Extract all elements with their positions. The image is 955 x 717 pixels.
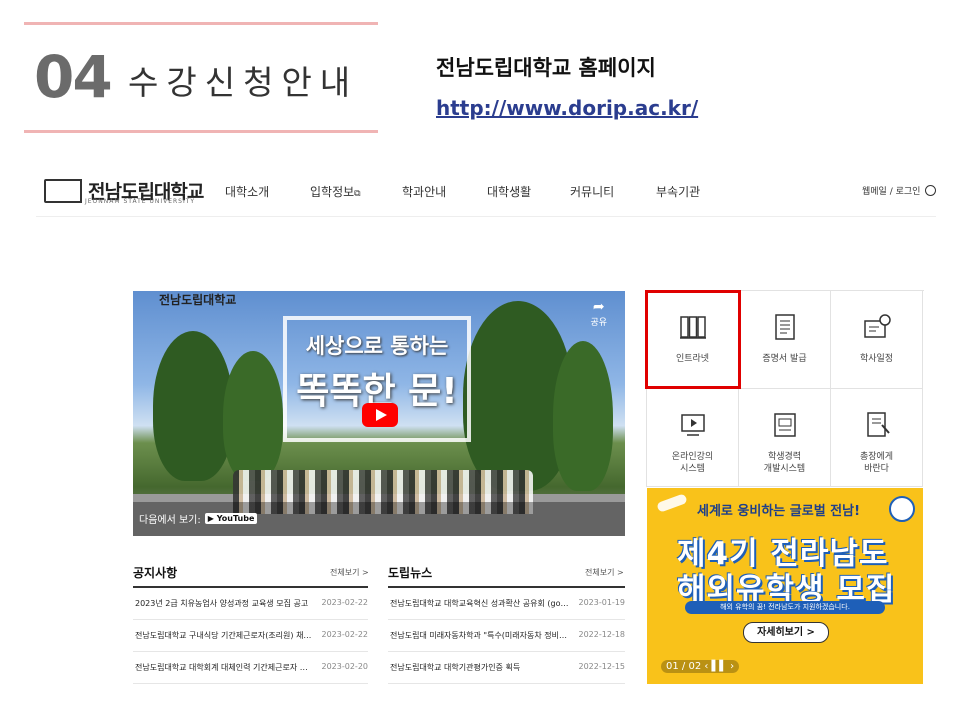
study-abroad-banner[interactable]: 세계로 웅비하는 글로벌 전남! 제4기 전라남도 해외유학생 모집 해외 유학… <box>647 488 923 684</box>
youtube-label: YouTube <box>216 514 255 523</box>
header-divider <box>36 216 936 217</box>
quick-menu-message[interactable]: 총장에게 바란다 <box>831 389 923 487</box>
intranet-highlight-box <box>645 290 741 389</box>
news-item-title: 전남도립대학교 대학기관평가인증 획득 <box>390 663 521 672</box>
globe-icon[interactable] <box>925 185 937 196</box>
youtube-logo-icon: ▶ YouTube <box>204 513 258 524</box>
play-button-icon[interactable] <box>362 403 398 427</box>
notice-more-link[interactable]: 전체보기 > <box>330 567 369 578</box>
promo-video[interactable]: 전남도립대학교 ➦ 공유 세상으로 통하는 똑똑한 문! 다음에서 보기: ▶ … <box>133 291 625 536</box>
quick-menu-online-lecture[interactable]: 온라인강의 시스템 <box>647 389 739 487</box>
news-item-date: 2022-12-15 <box>578 662 626 671</box>
notice-item-title: 2023년 2급 치유농업사 양성과정 교육생 모집 공고 <box>135 599 309 608</box>
banner-top-text: 세계로 웅비하는 글로벌 전남! <box>697 504 861 519</box>
tree <box>223 351 283 481</box>
bottom-rule <box>24 130 378 133</box>
banner-detail-button[interactable]: 자세히보기 > <box>743 622 829 643</box>
nav-item-about[interactable]: 대학소개 <box>225 183 269 200</box>
list-item[interactable]: 전남도립대 미래자동차학과 "특수(미래자동차 정비)… 2022-12-18 <box>388 620 625 652</box>
list-item[interactable]: 전남도립대학교 대학기관평가인증 획득 2022-12-15 <box>388 652 625 684</box>
watch-on-youtube[interactable]: 다음에서 보기: ▶ YouTube <box>139 511 258 526</box>
quick-menu-label: 증명서 발급 <box>762 354 807 364</box>
online-lecture-icon <box>680 414 705 436</box>
list-item[interactable]: 전남도립대학교 대학회계 대체인력 기간제근로자 … 2023-02-20 <box>133 652 368 684</box>
site-title: 전남도립대학교 홈페이지 <box>436 56 656 80</box>
nav-item-admission[interactable]: 입학정보⧉ <box>310 183 361 200</box>
top-links[interactable]: 웹메일 / 로그인 <box>862 184 937 197</box>
webmail-login-link[interactable]: 웹메일 / 로그인 <box>862 184 920 197</box>
notice-item-date: 2023-02-22 <box>321 598 369 607</box>
quick-menu-label: 총장에게 바란다 <box>859 452 894 474</box>
message-icon <box>866 412 890 437</box>
video-headline-1: 세상으로 통하는 <box>305 334 449 358</box>
tree <box>153 331 233 481</box>
top-rule <box>24 22 378 25</box>
career-icon <box>773 413 796 437</box>
airplane-icon <box>656 493 688 513</box>
nav-item-community[interactable]: 커뮤니티 <box>570 183 614 200</box>
nav-item-campus-life[interactable]: 대학생활 <box>487 183 531 200</box>
site-url-link[interactable]: http://www.dorip.ac.kr/ <box>436 96 698 120</box>
notice-item-title: 전남도립대학교 대학회계 대체인력 기간제근로자 … <box>135 663 308 672</box>
watch-on-label: 다음에서 보기: <box>139 515 201 526</box>
banner-pager-label: 01 / 02 <box>666 661 702 672</box>
news-item-title: 전남도립대학교 대학교육혁신 성과확산 공유회 (go … <box>390 599 570 608</box>
share-icon: ➦ <box>592 299 605 315</box>
notice-item-title: 전남도립대학교 구내식당 기간제근로자(조리원) 채… <box>135 631 312 640</box>
quick-menu-career[interactable]: 학생경력 개발시스템 <box>739 389 831 487</box>
nav-item-affiliates[interactable]: 부속기관 <box>656 183 700 200</box>
section-title: 수강신청안내 <box>128 63 359 102</box>
logo-subtitle: JEONNAM STATE UNIVERSITY <box>85 198 196 205</box>
news-item-title: 전남도립대 미래자동차학과 "특수(미래자동차 정비)… <box>390 631 570 640</box>
nav-item-admission-label: 입학정보 <box>310 185 355 199</box>
external-link-icon: ⧉ <box>354 189 361 199</box>
quick-menu-label: 온라인강의 시스템 <box>671 452 714 474</box>
emblem-badge-icon <box>889 496 915 522</box>
calendar-icon <box>863 314 891 338</box>
quick-menu-certificate[interactable]: 증명서 발급 <box>739 291 831 389</box>
notice-item-date: 2023-02-22 <box>321 630 369 639</box>
section-number: 04 <box>34 43 113 111</box>
news-item-date: 2023-01-19 <box>578 598 626 607</box>
banner-strip: 해외 유학의 꿈! 전라남도가 지원하겠습니다. <box>685 601 885 614</box>
news-item-date: 2022-12-18 <box>578 630 626 639</box>
notice-title: 공지사항 <box>133 566 178 580</box>
notice-item-date: 2023-02-20 <box>321 662 369 671</box>
list-item[interactable]: 2023년 2급 치유농업사 양성과정 교육생 모집 공고 2023-02-22 <box>133 588 368 620</box>
list-item[interactable]: 전남도립대학교 대학교육혁신 성과확산 공유회 (go … 2023-01-19 <box>388 588 625 620</box>
logo-mark-icon <box>44 178 82 203</box>
share-label: 공유 <box>590 318 607 328</box>
news-more-link[interactable]: 전체보기 > <box>585 567 624 578</box>
certificate-icon <box>774 314 795 340</box>
quick-menu-label: 학생경력 개발시스템 <box>763 452 806 474</box>
quick-menu-calendar[interactable]: 학사일정 <box>831 291 923 389</box>
nav-item-departments[interactable]: 학과안내 <box>402 183 446 200</box>
share-button[interactable]: ➦ 공유 <box>590 299 607 328</box>
news-title: 도립뉴스 <box>388 566 433 580</box>
banner-pager[interactable]: 01 / 02 ‹ ▌▌ › <box>661 660 740 673</box>
video-logo: 전남도립대학교 <box>159 293 237 307</box>
tree <box>553 341 613 491</box>
pager-controls-icon[interactable]: ‹ ▌▌ › <box>704 661 734 672</box>
list-item[interactable]: 전남도립대학교 구내식당 기간제근로자(조리원) 채… 2023-02-22 <box>133 620 368 652</box>
quick-menu-label: 학사일정 <box>859 354 894 364</box>
